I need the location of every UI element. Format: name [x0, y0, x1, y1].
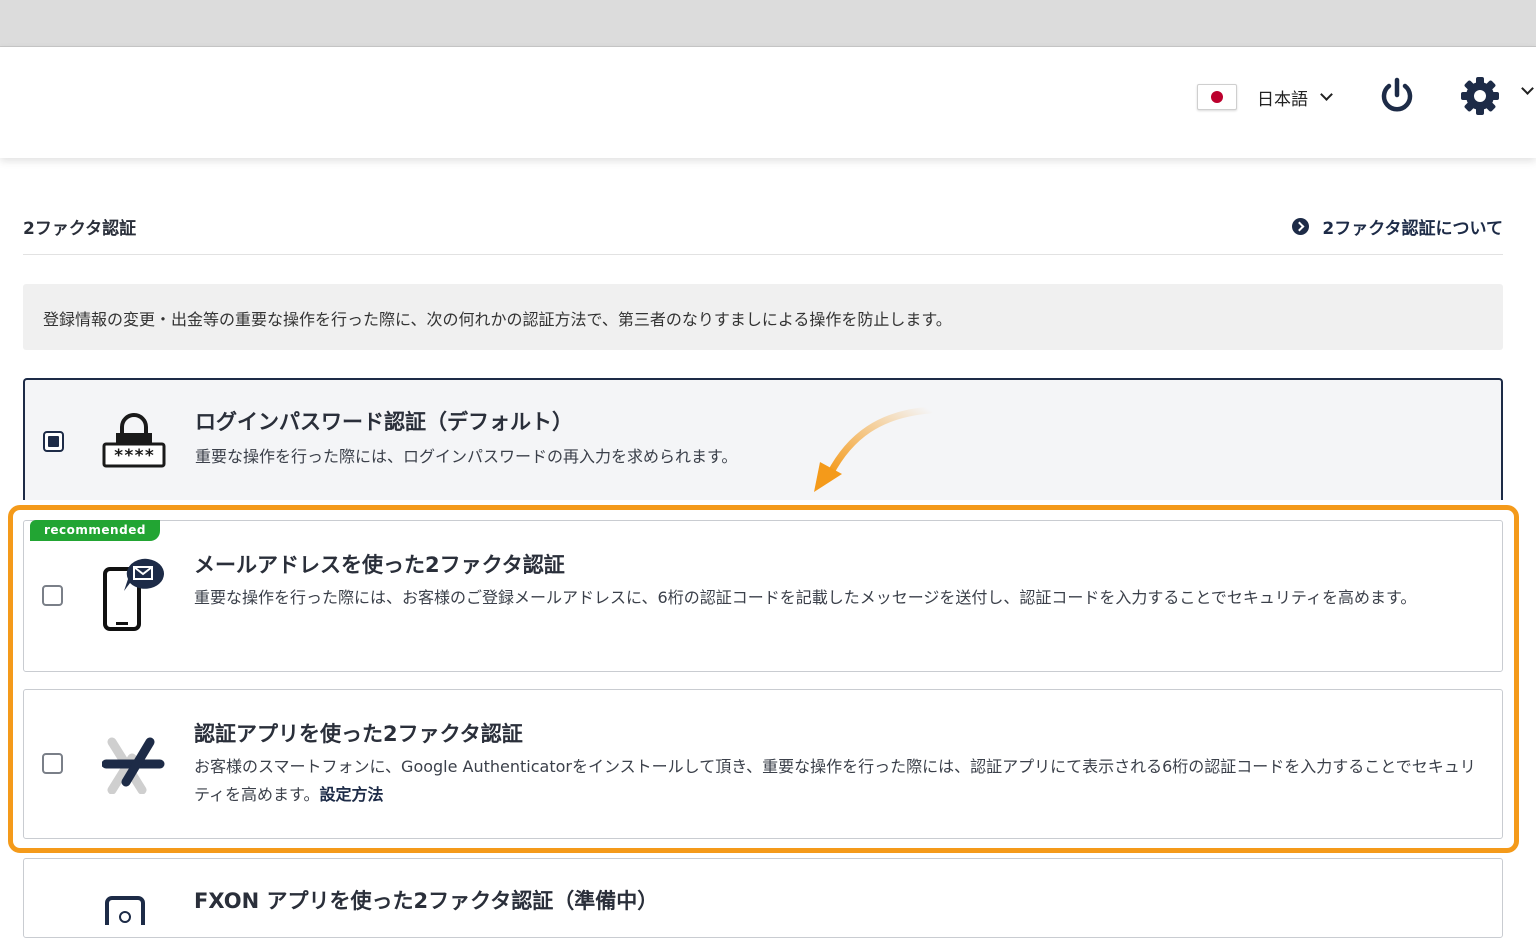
- option-fxon-card[interactable]: FXON アプリを使った2ファクタ認証（準備中）: [23, 858, 1503, 938]
- browser-top-strip: [0, 0, 1536, 47]
- email-option-title: メールアドレスを使った2ファクタ認証: [194, 553, 565, 577]
- language-selector[interactable]: 日本語: [1197, 82, 1333, 112]
- page-title: 2ファクタ認証: [23, 219, 137, 239]
- svg-text:****: ****: [114, 446, 155, 466]
- fxon-option-title: FXON アプリを使った2ファクタ認証（準備中）: [194, 889, 659, 913]
- fxon-app-icon: [105, 896, 145, 925]
- authenticator-checkbox[interactable]: [42, 753, 63, 774]
- chevron-circle-icon: [1292, 218, 1310, 235]
- settings-chevron-icon[interactable]: [1521, 82, 1534, 95]
- info-text: 登録情報の変更・出金等の重要な操作を行った際に、次の何れかの認証方法で、第三者の…: [43, 310, 952, 329]
- language-label: 日本語: [1257, 89, 1308, 110]
- authenticator-desc-text: お客様のスマートフォンに、Google Authenticatorをインストール…: [194, 757, 1476, 804]
- email-checkbox[interactable]: [42, 585, 63, 606]
- japan-flag-icon: [1197, 84, 1237, 110]
- about-2fa-label: 2ファクタ認証について: [1322, 219, 1503, 239]
- option-password-card[interactable]: **** ログインパスワード認証（デフォルト） 重要な操作を行った際には、ログイ…: [23, 378, 1503, 500]
- option-authenticator-card[interactable]: 認証アプリを使った2ファクタ認証 お客様のスマートフォンに、Google Aut…: [23, 689, 1503, 839]
- annotation-arrow-icon: [814, 406, 934, 492]
- email-option-desc: 重要な操作を行った際には、お客様のご登録メールアドレスに、6桁の認証コードを記載…: [194, 588, 1417, 607]
- about-2fa-link[interactable]: 2ファクタ認証について: [1292, 214, 1503, 239]
- power-icon[interactable]: [1377, 76, 1417, 116]
- setup-method-link[interactable]: 設定方法: [319, 785, 383, 804]
- gear-icon[interactable]: [1459, 75, 1501, 117]
- authenticator-icon: [102, 737, 165, 794]
- password-option-title: ログインパスワード認証（デフォルト）: [195, 410, 573, 434]
- option-email-card[interactable]: recommended メールアドレスを使った2ファクタ認証 重要な操作を行った…: [23, 520, 1503, 672]
- lock-password-icon: ****: [102, 413, 166, 468]
- chevron-down-icon: [1320, 88, 1333, 101]
- recommended-badge: recommended: [30, 520, 160, 541]
- password-checkbox[interactable]: [43, 431, 64, 452]
- app-header: 日本語: [0, 47, 1536, 158]
- info-box: 登録情報の変更・出金等の重要な操作を行った際に、次の何れかの認証方法で、第三者の…: [23, 284, 1503, 350]
- authenticator-option-desc: お客様のスマートフォンに、Google Authenticatorをインストール…: [194, 753, 1484, 809]
- authenticator-option-title: 認証アプリを使った2ファクタ認証: [194, 722, 523, 746]
- phone-mail-icon: [103, 558, 165, 631]
- title-bar: 2ファクタ認証 2ファクタ認証について: [23, 204, 1503, 255]
